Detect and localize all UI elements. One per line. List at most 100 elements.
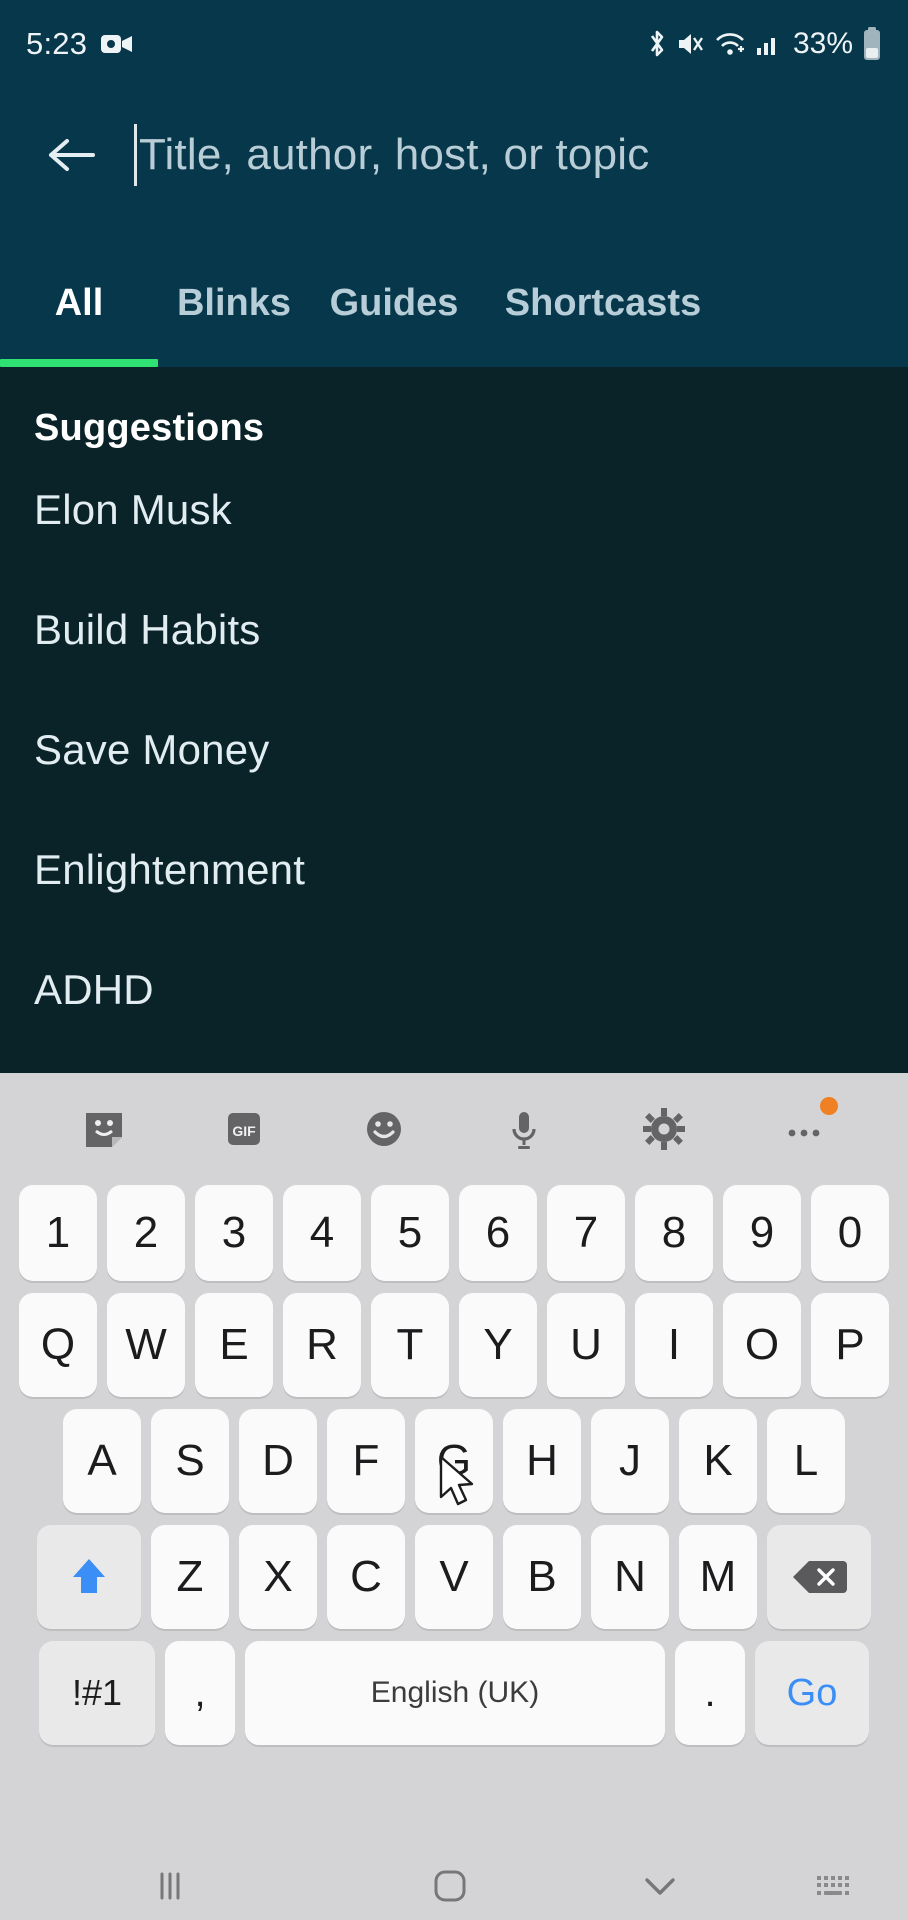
key-e[interactable]: E (195, 1293, 273, 1397)
home-icon (434, 1870, 466, 1902)
key-z[interactable]: Z (151, 1525, 229, 1629)
battery-percent-label: 33% (792, 27, 853, 60)
key-w[interactable]: W (107, 1293, 185, 1397)
space-key[interactable]: English (UK) (245, 1641, 665, 1745)
keyboard-row-bottom-letters: Z X C V B N M (0, 1525, 908, 1629)
key-u[interactable]: U (547, 1293, 625, 1397)
key-m[interactable]: M (679, 1525, 757, 1629)
emoji-icon[interactable] (344, 1089, 424, 1169)
status-bar-left: 5:23 (26, 26, 133, 62)
svg-text:GIF: GIF (232, 1123, 256, 1139)
keyboard-switcher-button[interactable] (760, 1871, 908, 1901)
period-key[interactable]: . (675, 1641, 745, 1745)
hide-keyboard-icon (645, 1878, 675, 1895)
home-button[interactable] (340, 1867, 560, 1905)
keyboard-toolbar: GIF (0, 1073, 908, 1185)
sticker-icon[interactable] (64, 1089, 144, 1169)
suggestion-item-elon-musk[interactable]: Elon Musk (0, 450, 908, 570)
battery-icon (862, 27, 882, 61)
key-7[interactable]: 7 (547, 1185, 625, 1281)
backspace-icon (793, 1561, 847, 1593)
key-d[interactable]: D (239, 1409, 317, 1513)
key-o[interactable]: O (723, 1293, 801, 1397)
keyboard-switcher-icon (817, 1876, 849, 1895)
backspace-key[interactable] (767, 1525, 871, 1629)
back-button[interactable] (36, 119, 108, 191)
key-l[interactable]: L (767, 1409, 845, 1513)
text-cursor (134, 124, 137, 186)
key-f[interactable]: F (327, 1409, 405, 1513)
key-x[interactable]: X (239, 1525, 317, 1629)
mute-vibrate-icon (677, 29, 705, 59)
go-key[interactable]: Go (755, 1641, 869, 1745)
tab-blinks[interactable]: Blinks (158, 268, 310, 338)
status-bar-right: 33% (646, 27, 882, 61)
tab-all[interactable]: All (0, 268, 158, 338)
bluetooth-icon (646, 28, 668, 60)
settings-gear-icon[interactable] (624, 1089, 704, 1169)
key-i[interactable]: I (635, 1293, 713, 1397)
on-screen-keyboard: GIF 1 2 3 4 5 6 7 8 9 0 Q W E R T Y U I … (0, 1073, 908, 1852)
key-2[interactable]: 2 (107, 1185, 185, 1281)
key-c[interactable]: C (327, 1525, 405, 1629)
key-1[interactable]: 1 (19, 1185, 97, 1281)
key-8[interactable]: 8 (635, 1185, 713, 1281)
cellular-signal-icon (755, 31, 781, 57)
suggestion-item-save-money[interactable]: Save Money (0, 690, 908, 810)
search-bar: Title, author, host, or topic (0, 96, 908, 214)
tab-guides[interactable]: Guides (310, 268, 478, 338)
suggestion-item-enlightenment[interactable]: Enlightenment (0, 810, 908, 930)
key-k[interactable]: K (679, 1409, 757, 1513)
status-bar: 5:23 33% (0, 0, 908, 88)
tab-bar: All Blinks Guides Shortcasts (0, 268, 908, 367)
wifi-icon (714, 30, 746, 58)
more-options-icon[interactable] (764, 1089, 844, 1169)
key-3[interactable]: 3 (195, 1185, 273, 1281)
back-arrow-icon (49, 139, 95, 171)
key-a[interactable]: A (63, 1409, 141, 1513)
key-v[interactable]: V (415, 1525, 493, 1629)
hide-keyboard-button[interactable] (560, 1872, 760, 1900)
active-tab-indicator (0, 359, 158, 367)
key-9[interactable]: 9 (723, 1185, 801, 1281)
key-s[interactable]: S (151, 1409, 229, 1513)
key-y[interactable]: Y (459, 1293, 537, 1397)
key-j[interactable]: J (591, 1409, 669, 1513)
gif-icon[interactable]: GIF (204, 1089, 284, 1169)
search-input[interactable]: Title, author, host, or topic (134, 112, 878, 198)
microphone-icon[interactable] (484, 1089, 564, 1169)
suggestions-panel: Suggestions Elon Musk Build Habits Save … (0, 367, 908, 1073)
key-p[interactable]: P (811, 1293, 889, 1397)
key-n[interactable]: N (591, 1525, 669, 1629)
search-placeholder: Title, author, host, or topic (139, 130, 650, 179)
comma-key[interactable]: , (165, 1641, 235, 1745)
recents-button[interactable] (0, 1869, 340, 1903)
keyboard-row-numbers: 1 2 3 4 5 6 7 8 9 0 (0, 1185, 908, 1281)
keyboard-row-home: A S D F G H J K L (0, 1409, 908, 1513)
video-record-icon (101, 32, 133, 56)
shift-arrow-icon (73, 1559, 105, 1593)
recents-icon (160, 1872, 180, 1900)
symbols-key[interactable]: !#1 (39, 1641, 155, 1745)
key-q[interactable]: Q (19, 1293, 97, 1397)
key-b[interactable]: B (503, 1525, 581, 1629)
key-t[interactable]: T (371, 1293, 449, 1397)
keyboard-row-function: !#1 , English (UK) . Go (0, 1641, 908, 1745)
tab-shortcasts[interactable]: Shortcasts (478, 268, 728, 338)
notification-dot (820, 1097, 838, 1115)
suggestion-item-build-habits[interactable]: Build Habits (0, 570, 908, 690)
key-r[interactable]: R (283, 1293, 361, 1397)
app-bar: 5:23 33% Title, author, host, or topic A… (0, 0, 908, 367)
shift-key[interactable] (37, 1525, 141, 1629)
key-6[interactable]: 6 (459, 1185, 537, 1281)
suggestion-item-adhd[interactable]: ADHD (0, 930, 908, 1050)
key-g[interactable]: G (415, 1409, 493, 1513)
phone-screen: 5:23 33% Title, author, host, or topic A… (0, 0, 908, 1920)
keyboard-row-qwerty: Q W E R T Y U I O P (0, 1293, 908, 1397)
key-h[interactable]: H (503, 1409, 581, 1513)
system-nav-bar (0, 1852, 908, 1920)
status-bar-clock: 5:23 (26, 26, 88, 61)
key-4[interactable]: 4 (283, 1185, 361, 1281)
key-5[interactable]: 5 (371, 1185, 449, 1281)
key-0[interactable]: 0 (811, 1185, 889, 1281)
